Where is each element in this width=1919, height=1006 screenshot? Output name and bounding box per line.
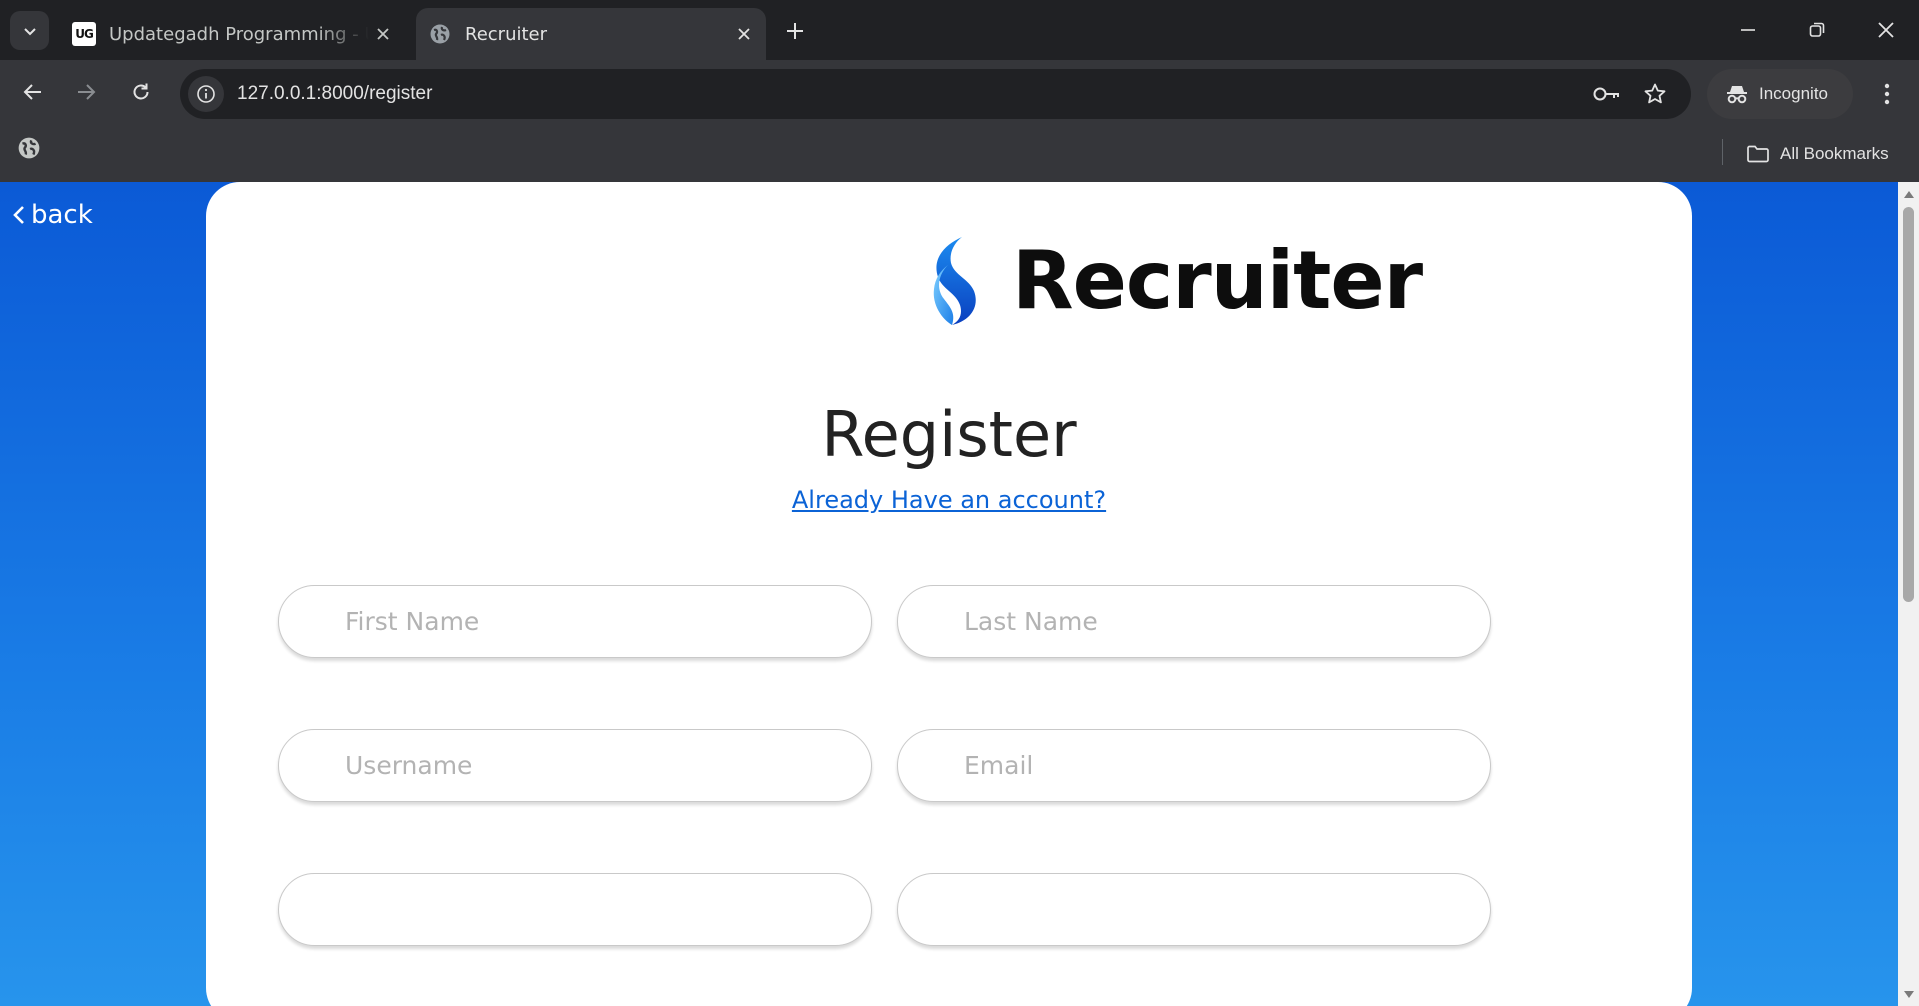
incognito-indicator[interactable]: Incognito [1707,69,1853,119]
reload-button[interactable] [121,72,161,112]
plus-icon [787,23,803,39]
page-scrollbar[interactable] [1898,182,1919,1006]
scrollbar-thumb[interactable] [1903,207,1914,602]
tab-strip: UG Updategadh Programming - Up Recruiter [0,0,1919,60]
url-text[interactable]: 127.0.0.1:8000/register [237,83,432,105]
back-nav-button[interactable] [13,72,53,112]
password-key-icon[interactable] [1592,79,1622,109]
tab-search-button[interactable] [10,11,49,50]
chevron-left-icon [13,205,25,225]
close-tab-icon[interactable] [730,20,758,48]
page-viewport: back Recruiter Register Already Have an … [0,182,1898,1006]
bookmarks-bar: All Bookmarks [0,129,1919,182]
restore-button[interactable] [1797,10,1837,50]
reload-icon [133,83,149,100]
last-name-input[interactable] [897,585,1491,658]
email-input[interactable] [897,729,1491,802]
bookmarks-separator [1722,139,1723,165]
updategadh-favicon-icon: UG [72,22,96,46]
recruiter-logo-icon [933,236,976,325]
info-icon [197,85,215,103]
brand-logo: Recruiter [926,234,1423,327]
folder-icon [1746,144,1770,164]
all-bookmarks-button[interactable]: All Bookmarks [1746,139,1889,169]
first-name-input[interactable] [278,585,872,658]
minimize-button[interactable] [1728,10,1768,50]
login-link[interactable]: Already Have an account? [206,486,1692,514]
browser-menu-button[interactable] [1872,74,1902,114]
brand-name: Recruiter [1012,234,1423,327]
bookmark-globe-icon[interactable] [17,136,43,162]
tab-title: Updategadh Programming - Up [109,23,369,45]
close-window-button[interactable] [1866,10,1906,50]
scroll-up-arrow-icon[interactable] [1902,188,1915,201]
incognito-icon [1725,83,1749,105]
close-tab-icon[interactable] [369,20,397,48]
restore-icon [1809,22,1825,37]
arrow-right-icon [78,84,96,100]
chevron-down-icon [23,27,36,35]
page-title: Register [821,398,1077,471]
new-tab-button[interactable] [780,16,810,46]
back-label: back [31,200,93,230]
tab-recruiter[interactable]: Recruiter [416,8,766,60]
all-bookmarks-label: All Bookmarks [1780,144,1889,163]
kebab-menu-icon [1884,83,1890,105]
form-input-6[interactable] [897,873,1491,946]
incognito-label: Incognito [1759,84,1828,103]
username-input[interactable] [278,729,872,802]
forward-nav-button[interactable] [66,72,106,112]
site-info-button[interactable] [188,76,224,112]
address-bar[interactable]: 127.0.0.1:8000/register [180,69,1691,119]
browser-toolbar: 127.0.0.1:8000/register Incognito [0,60,1919,129]
register-card: Recruiter Register Already Have an accou… [206,182,1692,1006]
form-input-5[interactable] [278,873,872,946]
tab-title: Recruiter [465,23,548,45]
bookmark-star-icon[interactable] [1640,79,1670,109]
scroll-down-arrow-icon[interactable] [1902,988,1915,1001]
close-icon [1878,22,1894,38]
arrow-left-icon [23,84,41,100]
tab-updategadh[interactable]: UG Updategadh Programming - Up [60,8,405,60]
globe-icon [428,22,452,46]
back-link[interactable]: back [13,200,93,230]
minimize-icon [1741,29,1755,31]
